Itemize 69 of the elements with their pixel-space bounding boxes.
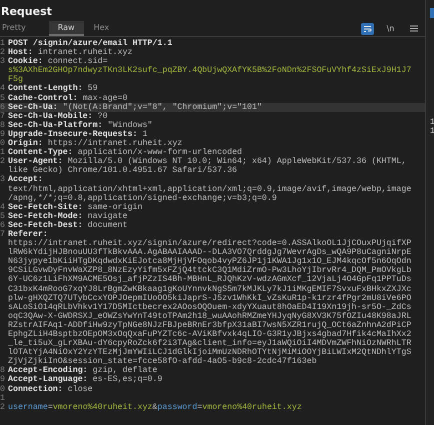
code-line: Content-Length: 59 bbox=[8, 84, 98, 94]
line-number: 1 bbox=[0, 39, 6, 48]
code-line: _le_ti5uX_gLrXBAu-dY6cpyRoZck6f2i3TAg&client_info=eyJ1aWQiOiI4MDVmZWFhNiOzNWRhLTR bbox=[8, 339, 412, 348]
line-number: 1 bbox=[0, 148, 6, 158]
view-tab[interactable]: Hex bbox=[92, 21, 118, 36]
view-tab[interactable]: Pretty bbox=[0, 21, 35, 36]
code-line: oqC3QAw-X-GWDRSXJ_eOWZsYwYnT49toTPAm2h18_wuAAohRMZmeYHJyqNyG8XV3K75fOZIu48K98aJRL bbox=[8, 312, 412, 321]
line-number: 8 bbox=[0, 366, 6, 376]
panel-title: Request bbox=[0, 4, 53, 20]
code-line: https://intranet.ruheit.xyz/signin/azure/redirect?code=0.ASSAlkoOL1JjCOuxPUjqifXP bbox=[8, 239, 412, 248]
line-number: 5 bbox=[0, 94, 6, 103]
code-line: ZjVjZjkiInO&session_state=fcce58fO-afdd-4aO5-b9c8-2cdc47f163eb bbox=[8, 357, 317, 366]
line-number: 7 bbox=[0, 230, 6, 240]
code-line: EphgZLiH4BsptbzOEpOM3xOqQxaFuPYZTc6c-AViKBfvxk4qLIO-G3R1yJBjxs4gbad7Hfik4cMaIhXx2 bbox=[8, 330, 412, 339]
line-number: 9 bbox=[0, 375, 6, 385]
line-number: 3 bbox=[0, 175, 6, 184]
code-line: Accept: bbox=[8, 175, 43, 184]
code-line: plw-gHXQZTQ7UTybCcxYOPJOepmIUoOO5kiJaprS-J5zv1WhKkI_vZsKuR1p-k1rzr4fPgr2mU8iVe6PO bbox=[8, 294, 412, 303]
code-line: Content-Type: application/x-www-form-urlencoded bbox=[8, 148, 242, 158]
menu-icon[interactable] bbox=[407, 22, 420, 34]
code-line: C31bxK4mRooG7xqYJ8LrBgmZwKBkaag1gKoUYnnvkNgS5m7kMJKLy7kJ1iMKgEMIF7SvxuFxBHkxZXJXc bbox=[8, 284, 412, 294]
code-line: Host: intranet.ruheit.xyz bbox=[8, 48, 132, 58]
newline-toggle[interactable]: \n bbox=[384, 22, 397, 34]
code-line: Sec-Ch-Ua-Platform: "Windows" bbox=[8, 120, 152, 130]
code-line: s%3AXhEm2GHOp7ndwyzTKn3LK2sufc_pqZBY.4QbUjwQXAfYK5B%2FoNDn%2FSOFuVYhf4zSiExJ9H1J7 bbox=[8, 66, 412, 76]
code-line: Sec-Ch-Ua: "(Not(A:Brand";v="8", "Chromium";v="101" bbox=[8, 102, 262, 112]
code-line: 6Y-UC6z1LiFhXM9ACME5Osj_afjPZzIS4Bh-MBHnL_RJQhKzV-wdzAGmXcf_12VjaLj4O4GpFq1PPTuDs bbox=[8, 275, 412, 285]
line-number: 1 bbox=[0, 394, 6, 403]
line-number: 4 bbox=[0, 202, 6, 212]
code-line: Sec-Fetch-Site: same-origin bbox=[8, 202, 142, 212]
code-line: F5g bbox=[8, 75, 23, 84]
line-number: 2 bbox=[0, 157, 6, 166]
code-line: /apng,*/*;q=0.8,application/signed-exchange;v=b3;q=0.9 bbox=[8, 194, 277, 203]
code-line: POST /signin/azure/email HTTP/1.1 bbox=[8, 39, 172, 48]
code-line: Cookie: connect.sid= bbox=[8, 57, 108, 66]
line-number: 8 bbox=[0, 120, 6, 130]
code-line: lRW6kYdijHJBnouUU3fTkBkvAAA.AgABAAIAAAD--DLA3VO7QrddgJg7WevrAgDs_wQA9P8uCagniNrpE bbox=[8, 248, 412, 258]
code-line: 9CSiLGvwDyFnvWaXZP8_8NzEzyYifm5xFZjQ4ttckC3Q1MdiZrmO-Pw3LhoYjIbrvRr4_DQM_PmOVkgLb bbox=[8, 266, 412, 276]
code-line: Sec-Fetch-Mode: navigate bbox=[8, 212, 128, 221]
code-line: lOTAtYjA4NiOxY2YzYTEzMjJmYWIiLCJ1dGlkIjoiMmUzNDRhOTYtNjMiMiOOYjBiLWIxM2QtNDhlYTgS bbox=[8, 348, 412, 358]
line-number: 6 bbox=[0, 220, 6, 230]
code-line: Sec-Fetch-Dest: document bbox=[8, 220, 128, 230]
code-line: text/html,application/xhtml+xml,application/xml;q=0.9,image/avif,image/webp,image bbox=[8, 184, 412, 194]
code-line: Accept-Language: es-ES,es;q=0.9 bbox=[8, 375, 162, 385]
code-line: N63jypye1bKiiHTgDKqdwdxKiEJotca8MjHjVFOqob4vyPZ6JP1j1KWA1Jg1x1O_EJM4kqcOf5n6OqOdn bbox=[8, 257, 412, 266]
code-line: Sec-Ch-Ua-Mobile: ?0 bbox=[8, 112, 108, 121]
line-number: 0 bbox=[0, 139, 6, 148]
code-line: username=vmoreno%40ruheit.xyz&password=vmoreno%40ruheit.xyz bbox=[8, 402, 302, 412]
line-number: 5 bbox=[0, 212, 6, 221]
wrap-lines-icon[interactable] bbox=[361, 22, 374, 34]
code-line: User-Agent: Mozilla/5.0 (Windows NT 10.0; Win64; x64) AppleWebKit/537.36 (KHTML, bbox=[8, 157, 406, 166]
code-line: Upgrade-Insecure-Requests: 1 bbox=[8, 130, 148, 139]
code-line: Origin: https://intranet.ruheit.xyz bbox=[8, 139, 182, 148]
code-line: RZstrAIFAq1-ADDfiHw9zyTpNGe8NJzFBJpeBRnEr3bfpX31aBI7wsN5XZR1rujQ_OCt6aZnhnA2dPiCP bbox=[8, 320, 412, 330]
line-number: 9 bbox=[0, 130, 6, 140]
view-tab[interactable]: Raw bbox=[48, 21, 84, 36]
line-number: 7 bbox=[0, 112, 6, 121]
line-number: 2 bbox=[0, 402, 6, 412]
code-line: Referer: bbox=[8, 230, 48, 239]
line-number: 4 bbox=[0, 84, 6, 94]
line-number: 3 bbox=[0, 57, 6, 66]
code-line: Cache-Control: max-age=0 bbox=[8, 94, 128, 103]
line-number: 2 bbox=[0, 48, 6, 58]
code-line: sALoSiO14qRLbVhkv1Y17D5MIctbecrex2AOosOQOuem-xdyYXuaut8hOaED4I19Xn19jh-sr5O-_ZdCs bbox=[8, 302, 412, 312]
code-line: Accept-Encoding: gzip, deflate bbox=[8, 366, 158, 376]
line-number: 6 bbox=[0, 102, 6, 112]
code-line: Connection: close bbox=[8, 384, 93, 394]
code-line: like Gecko) Chrome/101.0.4951.67 Safari/537.36 bbox=[8, 166, 238, 176]
line-number: 0 bbox=[0, 384, 6, 394]
